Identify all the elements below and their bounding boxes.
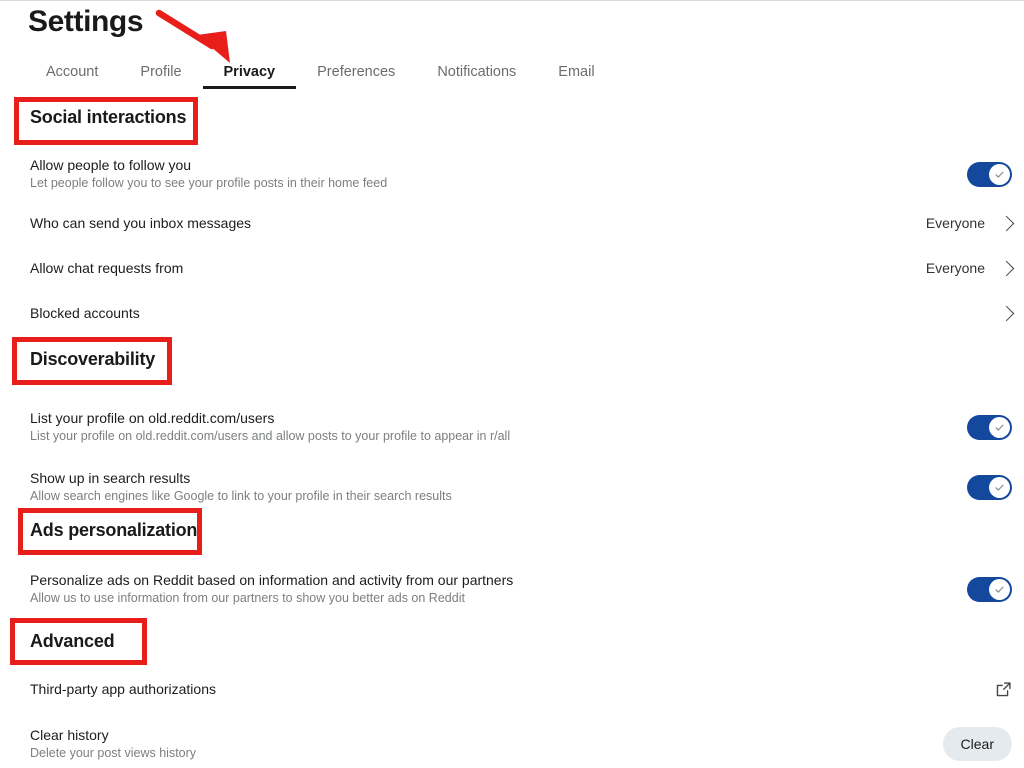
tab-account[interactable]: Account — [28, 59, 119, 89]
row-inbox-messages-text: Who can send you inbox messages — [30, 214, 251, 232]
row-allow-follow-description: Let people follow you to see your profil… — [30, 176, 388, 190]
row-blocked-accounts-text: Blocked accounts — [30, 304, 140, 322]
section-heading-advanced: Advanced — [30, 631, 115, 651]
row-third-party-apps-label: Third-party app authorizations — [30, 681, 216, 697]
row-search-results-description: Allow search engines like Google to link… — [30, 489, 452, 503]
row-third-party-apps[interactable]: Third-party app authorizations — [30, 680, 1012, 698]
check-icon — [995, 586, 1004, 593]
toggle-search-results[interactable] — [967, 474, 1012, 500]
row-clear-history-label: Clear history — [30, 727, 109, 743]
row-inbox-messages-label: Who can send you inbox messages — [30, 215, 252, 231]
chevron-right-icon[interactable] — [998, 260, 1015, 276]
row-search-results-control — [967, 474, 1012, 500]
toggle-knob — [989, 163, 1010, 185]
row-allow-follow-label: Allow people to follow you — [30, 157, 192, 173]
tab-profile[interactable]: Profile — [119, 59, 202, 89]
row-personalize-ads-control — [967, 576, 1012, 602]
row-list-profile-text: List your profile on old.reddit.com/user… — [30, 409, 510, 445]
toggle-personalize-ads[interactable] — [967, 576, 1012, 602]
toggle-list-profile[interactable] — [967, 414, 1012, 440]
row-chat-requests-control[interactable]: Everyone — [925, 260, 1015, 276]
row-chat-requests-label: Allow chat requests from — [30, 260, 184, 276]
row-inbox-messages-control[interactable]: Everyone — [925, 215, 1015, 231]
chevron-right-icon[interactable] — [998, 215, 1015, 231]
clear-history-button[interactable]: Clear — [942, 727, 1012, 761]
row-allow-follow-text: Allow people to follow you Let people fo… — [30, 156, 387, 192]
row-list-profile[interactable]: List your profile on old.reddit.com/user… — [30, 409, 1012, 445]
check-icon — [995, 484, 1004, 491]
row-blocked-accounts-label: Blocked accounts — [30, 305, 140, 321]
section-heading-discoverability: Discoverability — [30, 349, 156, 369]
tab-privacy[interactable]: Privacy — [202, 59, 297, 89]
chevron-right-icon[interactable] — [998, 305, 1015, 321]
row-clear-history-description: Delete your post views history — [30, 746, 197, 760]
row-clear-history-control: Clear — [942, 727, 1012, 761]
check-icon — [995, 424, 1004, 431]
tab-email[interactable]: Email — [537, 59, 615, 89]
row-search-results-text: Show up in search results Allow search e… — [30, 469, 452, 505]
row-chat-requests-value: Everyone — [925, 260, 985, 276]
row-personalize-ads-label: Personalize ads on Reddit based on infor… — [30, 572, 514, 588]
row-inbox-messages[interactable]: Who can send you inbox messages Everyone — [30, 214, 1015, 232]
row-inbox-messages-value: Everyone — [925, 215, 985, 231]
row-chat-requests[interactable]: Allow chat requests from Everyone — [30, 259, 1015, 277]
check-icon — [995, 171, 1004, 178]
row-personalize-ads[interactable]: Personalize ads on Reddit based on infor… — [30, 571, 1012, 607]
section-heading-ads-personalization: Ads personalization — [30, 520, 198, 540]
row-search-results-label: Show up in search results — [30, 470, 191, 486]
settings-page: Settings Account Profile Privacy Prefere… — [0, 0, 1024, 768]
row-blocked-accounts-control[interactable] — [998, 305, 1015, 321]
row-allow-follow-control — [967, 161, 1012, 187]
row-third-party-apps-text: Third-party app authorizations — [30, 680, 216, 698]
row-personalize-ads-text: Personalize ads on Reddit based on infor… — [30, 571, 513, 607]
page-title: Settings — [28, 5, 144, 38]
toggle-allow-follow[interactable] — [967, 161, 1012, 187]
section-heading-social-interactions: Social interactions — [30, 107, 187, 127]
tab-notifications[interactable]: Notifications — [416, 59, 537, 89]
row-clear-history-text: Clear history Delete your post views his… — [30, 726, 196, 762]
tab-preferences[interactable]: Preferences — [296, 59, 416, 89]
row-third-party-apps-control[interactable] — [995, 681, 1012, 698]
row-list-profile-description: List your profile on old.reddit.com/user… — [30, 429, 511, 443]
toggle-knob — [989, 578, 1010, 600]
row-personalize-ads-description: Allow us to use information from our par… — [30, 591, 465, 605]
row-list-profile-control — [967, 414, 1012, 440]
toggle-knob — [989, 476, 1010, 498]
row-search-results[interactable]: Show up in search results Allow search e… — [30, 469, 1012, 505]
settings-tabs: Account Profile Privacy Preferences Noti… — [28, 59, 648, 89]
row-list-profile-label: List your profile on old.reddit.com/user… — [30, 410, 275, 426]
toggle-knob — [989, 416, 1010, 438]
row-blocked-accounts[interactable]: Blocked accounts — [30, 304, 1015, 322]
row-allow-follow[interactable]: Allow people to follow you Let people fo… — [30, 156, 1012, 192]
row-clear-history[interactable]: Clear history Delete your post views his… — [30, 726, 1012, 762]
external-link-icon[interactable] — [995, 681, 1012, 698]
row-chat-requests-text: Allow chat requests from — [30, 259, 183, 277]
